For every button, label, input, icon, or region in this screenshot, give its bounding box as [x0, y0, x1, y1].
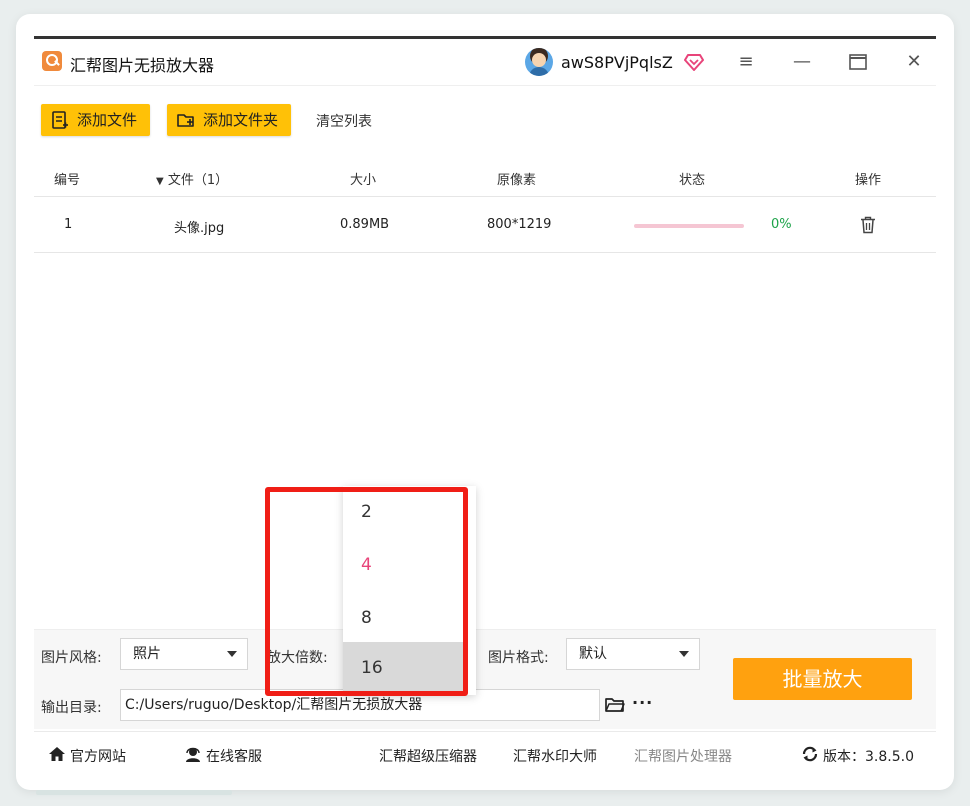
add-folder-label: 添加文件夹: [203, 111, 279, 129]
style-value: 照片: [133, 646, 161, 662]
add-file-label: 添加文件: [77, 111, 138, 129]
more-options-icon[interactable]: ···: [632, 693, 653, 712]
clear-list-button[interactable]: 清空列表: [316, 111, 372, 131]
support-label: 在线客服: [206, 749, 262, 765]
menu-icon[interactable]: ≡: [734, 51, 758, 73]
divider: [34, 85, 936, 86]
headset-icon: [186, 747, 200, 762]
row-filename: 头像.jpg: [174, 221, 225, 236]
minimize-icon[interactable]: —: [790, 51, 814, 73]
home-icon: [49, 747, 65, 761]
close-icon[interactable]: ✕: [902, 51, 926, 73]
add-file-button[interactable]: 添加文件: [41, 104, 150, 136]
style-label: 图片风格:: [41, 650, 102, 666]
maximize-icon[interactable]: [846, 51, 870, 73]
header-index: 编号: [54, 173, 81, 188]
app-window: 汇帮图片无损放大器 awS8PVjPqlsZ ≡ — ✕ 添加文件 添加文件夹 …: [34, 36, 936, 777]
header-file[interactable]: ▼ 文件（1）: [156, 169, 228, 188]
app-title: 汇帮图片无损放大器: [70, 56, 215, 75]
row-index: 1: [64, 217, 73, 232]
support-link[interactable]: 在线客服: [186, 746, 262, 766]
row-size: 0.89MB: [340, 217, 390, 232]
header-file-label: 文件（1）: [167, 173, 229, 188]
compressor-link[interactable]: 汇帮超级压缩器: [379, 746, 477, 766]
processor-link[interactable]: 汇帮图片处理器: [634, 746, 732, 766]
folder-icon[interactable]: [605, 696, 625, 714]
delete-icon[interactable]: [860, 216, 876, 234]
website-label: 官方网站: [70, 749, 126, 765]
scale-option-8[interactable]: 8: [343, 592, 463, 645]
scale-label: 放大倍数:: [267, 650, 328, 666]
style-select[interactable]: 照片: [120, 638, 248, 670]
add-folder-icon: [177, 114, 194, 127]
header-status: 状态: [679, 173, 706, 188]
header-action: 操作: [855, 173, 882, 188]
avatar[interactable]: [525, 48, 553, 76]
format-value: 默认: [579, 646, 607, 662]
header-size: 大小: [350, 173, 377, 188]
table-header: 编号 ▼ 文件（1） 大小 原像素 状态 操作: [34, 157, 936, 197]
version-info[interactable]: 版本：3.8.5.0: [802, 746, 914, 766]
chevron-down-icon: [679, 651, 689, 657]
version-label: 版本：: [823, 749, 865, 765]
scale-option-16[interactable]: 16: [343, 642, 463, 695]
refresh-icon: [802, 746, 818, 762]
output-label: 输出目录:: [41, 700, 102, 716]
app-logo-icon: [42, 51, 62, 71]
format-select[interactable]: 默认: [566, 638, 700, 670]
chevron-down-icon: [227, 651, 237, 657]
vip-diamond-icon[interactable]: [684, 53, 704, 71]
website-link[interactable]: 官方网站: [49, 746, 126, 766]
progress-percent: 0%: [771, 217, 792, 232]
version-number: 3.8.5.0: [865, 749, 914, 765]
add-file-icon: [52, 111, 68, 129]
footer: 官方网站 在线客服 汇帮超级压缩器 汇帮水印大师 汇帮图片处理器 版本：3.8.…: [34, 731, 936, 777]
watermark-link[interactable]: 汇帮水印大师: [513, 746, 597, 766]
sort-down-icon: ▼: [156, 176, 164, 187]
header-pixels: 原像素: [497, 173, 537, 188]
progress-bar: [634, 224, 744, 228]
username[interactable]: awS8PVjPqlsZ: [561, 53, 673, 72]
add-folder-button[interactable]: 添加文件夹: [167, 104, 291, 136]
batch-enlarge-button[interactable]: 批量放大: [733, 658, 912, 700]
title-bar: 汇帮图片无损放大器 awS8PVjPqlsZ ≡ — ✕: [34, 39, 936, 85]
scale-dropdown: 2 4 8 16: [343, 486, 476, 695]
scale-option-2[interactable]: 2: [343, 486, 463, 539]
row-pixels: 800*1219: [487, 217, 552, 232]
table-row[interactable]: 1 头像.jpg 0.89MB 800*1219 0%: [34, 198, 936, 253]
scale-option-4[interactable]: 4: [343, 539, 463, 592]
format-label: 图片格式:: [488, 650, 549, 666]
background-bar: [36, 790, 232, 795]
